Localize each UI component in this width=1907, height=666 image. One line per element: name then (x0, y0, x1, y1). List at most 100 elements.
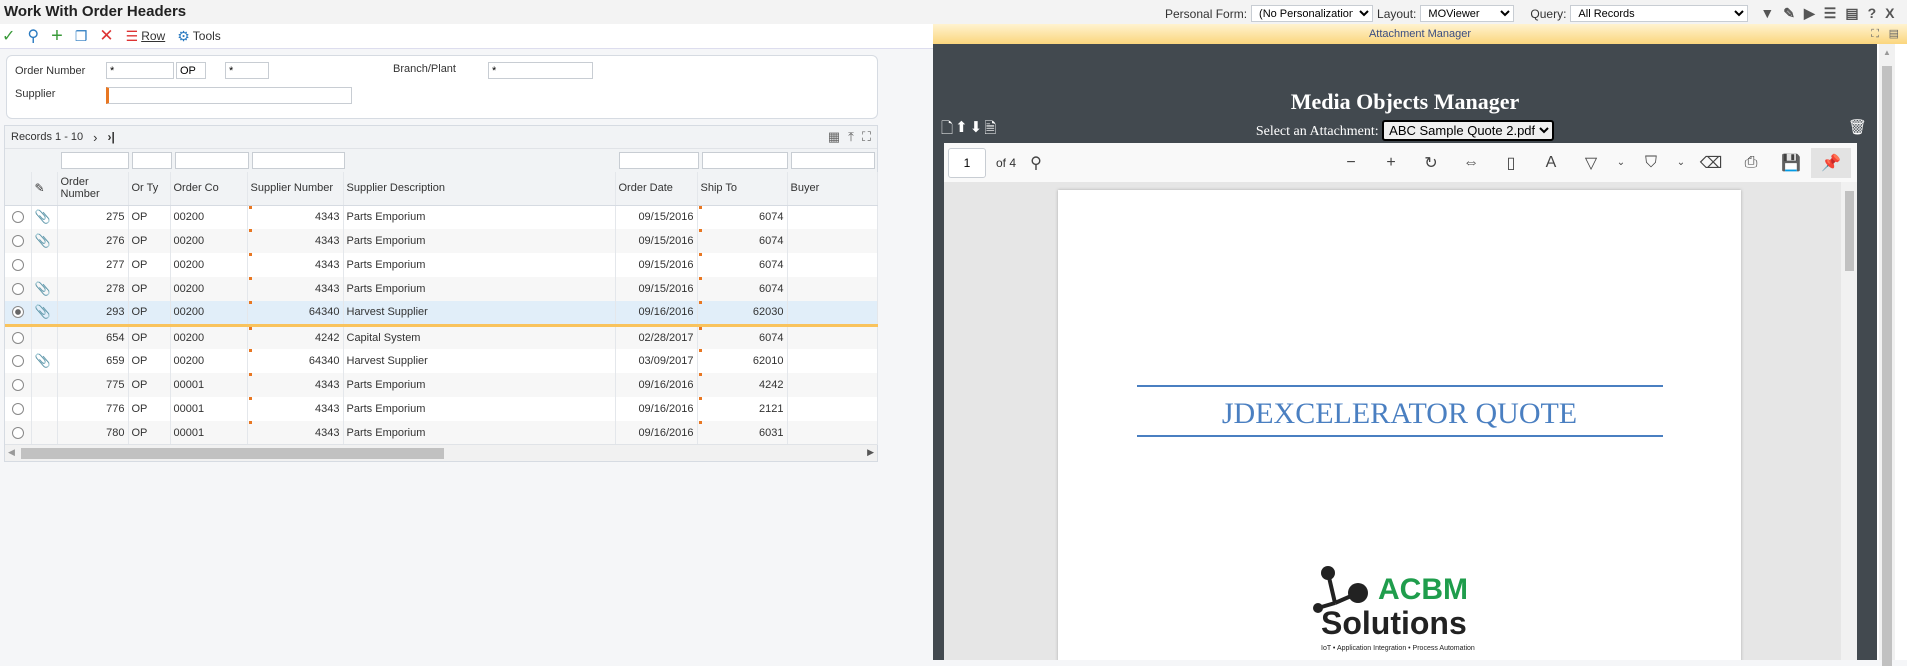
maximize-icon[interactable]: ⛶ (1871, 24, 1879, 44)
horizontal-scrollbar[interactable]: ◀ ▶ (5, 444, 877, 461)
table-row[interactable]: 📎 293 OP 00200 64340 Harvest Supplier 09… (5, 301, 878, 327)
copy-button[interactable]: ❐ (75, 28, 88, 45)
col-buyer[interactable]: Buyer (787, 172, 878, 206)
select-button[interactable]: ✓ (2, 26, 15, 46)
row-select-radio[interactable] (5, 301, 32, 327)
order-number-input[interactable] (106, 62, 174, 79)
find-button[interactable]: ⚲ (27, 26, 39, 46)
delete-button[interactable]: ✕ (99, 26, 113, 46)
row-select-radio[interactable] (5, 205, 32, 229)
attachment-select[interactable]: ABC Sample Quote 2.pdf (1382, 120, 1555, 141)
order-company-input[interactable] (225, 62, 269, 79)
row-select-radio[interactable] (5, 373, 32, 397)
eraser-icon[interactable]: ⌫ (1691, 148, 1731, 178)
row-select-radio[interactable] (5, 277, 32, 301)
supplier-input[interactable] (106, 87, 352, 104)
row-select-radio[interactable] (5, 421, 32, 445)
tools-menu-button[interactable]: ⚙ Tools (177, 28, 221, 45)
play-icon[interactable]: ▶ (1804, 5, 1815, 22)
qbe-order-co[interactable] (175, 152, 249, 169)
paperclip-icon[interactable]: 📎 (31, 349, 58, 373)
trash-icon[interactable]: 🗑 (1848, 118, 1867, 136)
pdf-search-icon[interactable]: ⚲ (1016, 148, 1056, 178)
table-row[interactable]: 📎 276 OP 00200 4343 Parts Emporium 09/15… (5, 229, 878, 253)
row-select-radio[interactable] (5, 253, 32, 277)
table-row[interactable]: 277 OP 00200 4343 Parts Emporium 09/15/2… (5, 253, 878, 277)
edit-grid-icon[interactable]: ▦ (828, 129, 840, 145)
help-icon[interactable]: ? (1868, 5, 1877, 22)
pdf-viewer[interactable]: JDEXCELERATOR QUOTE ACBM Solutions IoT •… (944, 182, 1857, 660)
col-order-number[interactable]: Order Number (57, 172, 129, 206)
last-page-icon[interactable]: ›| (108, 130, 115, 144)
col-order-type[interactable]: Or Ty (128, 172, 171, 206)
qbe-buyer[interactable] (791, 152, 875, 169)
order-type-input[interactable] (176, 62, 206, 79)
branch-plant-input[interactable] (488, 62, 593, 79)
layout-select[interactable]: MOViewer (1420, 5, 1515, 22)
list-icon[interactable]: ☰ (1824, 5, 1837, 22)
col-order-date[interactable]: Order Date (615, 172, 698, 206)
highlight-icon[interactable]: ⛉ (1631, 148, 1671, 178)
draw-icon[interactable]: ▽ (1571, 148, 1611, 178)
table-row[interactable]: 📎 278 OP 00200 4343 Parts Emporium 09/15… (5, 277, 878, 301)
pin-icon[interactable]: 📌 (1811, 147, 1851, 178)
table-row[interactable]: 654 OP 00200 4242 Capital System 02/28/2… (5, 325, 878, 349)
export-icon[interactable]: ⤒ (848, 129, 854, 145)
table-row[interactable]: 📎 659 OP 00200 64340 Harvest Supplier 03… (5, 349, 878, 373)
fit-width-icon[interactable]: ⇔ (1451, 148, 1491, 178)
buyer-cell (787, 301, 878, 327)
row-select-radio[interactable] (5, 229, 32, 253)
scrollbar-thumb[interactable] (21, 448, 444, 459)
zoom-out-icon[interactable]: − (1331, 148, 1371, 178)
qbe-supplier-number[interactable] (252, 152, 345, 169)
col-order-co[interactable]: Order Co (170, 172, 248, 206)
qbe-order-number[interactable] (61, 152, 129, 169)
personal-form-select[interactable]: (No Personalization) (1251, 5, 1374, 22)
rotate-icon[interactable]: ↻ (1411, 148, 1451, 178)
tools-label: Tools (192, 29, 221, 43)
attachment-header-icon[interactable]: ✎ (31, 172, 58, 206)
edit-icon[interactable]: ✎ (1783, 5, 1795, 22)
paperclip-icon[interactable]: 📎 (31, 229, 58, 253)
close-icon[interactable]: X (1885, 5, 1894, 22)
qbe-ship-to[interactable] (702, 152, 788, 169)
row-select-radio[interactable] (5, 349, 32, 373)
col-ship-to[interactable]: Ship To (697, 172, 788, 206)
zoom-in-icon[interactable]: + (1371, 148, 1411, 178)
row-select-radio[interactable] (5, 397, 32, 421)
panel-scrollbar-thumb[interactable] (1882, 66, 1892, 666)
col-supplier-number[interactable]: Supplier Number (247, 172, 344, 206)
table-row[interactable]: 780 OP 00001 4343 Parts Emporium 09/16/2… (5, 421, 878, 445)
page-view-icon[interactable]: ▯ (1491, 148, 1531, 178)
expand-icon[interactable]: ⛶ (862, 129, 871, 145)
query-select[interactable]: All Records (1570, 5, 1749, 22)
row-select-radio[interactable] (5, 325, 32, 349)
print-icon[interactable]: ⎙ (1731, 148, 1771, 178)
paperclip-icon[interactable]: 📎 (31, 277, 58, 301)
scroll-up-icon[interactable]: ▲ (1883, 48, 1891, 57)
draw-options-chevron-icon[interactable]: ⌄ (1611, 148, 1631, 178)
scroll-left-icon[interactable]: ◀ (8, 447, 15, 458)
panel-scrollbar[interactable]: ▲ (1879, 44, 1895, 666)
highlight-options-chevron-icon[interactable]: ⌄ (1671, 148, 1691, 178)
filter-icon[interactable]: ▼ (1760, 5, 1774, 22)
table-row[interactable]: 775 OP 00001 4343 Parts Emporium 09/16/2… (5, 373, 878, 397)
qbe-order-date[interactable] (619, 152, 699, 169)
read-aloud-icon[interactable]: A (1531, 148, 1571, 178)
add-button[interactable]: + (51, 25, 63, 48)
table-row[interactable]: 📎 275 OP 00200 4343 Parts Emporium 09/15… (5, 205, 878, 229)
qbe-order-type[interactable] (132, 152, 172, 169)
row-menu-button[interactable]: ☰ Row (126, 28, 166, 45)
next-page-icon[interactable]: › (93, 130, 97, 145)
panel-menu-icon[interactable]: ▤ (1889, 24, 1899, 44)
save-icon[interactable]: 💾 (1771, 148, 1811, 178)
col-supplier-description[interactable]: Supplier Description (343, 172, 616, 206)
pdf-page-input[interactable] (948, 147, 986, 178)
pdf-scrollbar-thumb[interactable] (1845, 191, 1854, 271)
table-row[interactable]: 776 OP 00001 4343 Parts Emporium 09/16/2… (5, 397, 878, 421)
paperclip-icon[interactable]: 📎 (31, 205, 58, 229)
pdf-scrollbar[interactable] (1841, 182, 1857, 660)
scroll-right-icon[interactable]: ▶ (867, 447, 874, 458)
paperclip-icon[interactable]: 📎 (31, 301, 58, 327)
document-icon[interactable]: ▤ (1845, 5, 1858, 22)
